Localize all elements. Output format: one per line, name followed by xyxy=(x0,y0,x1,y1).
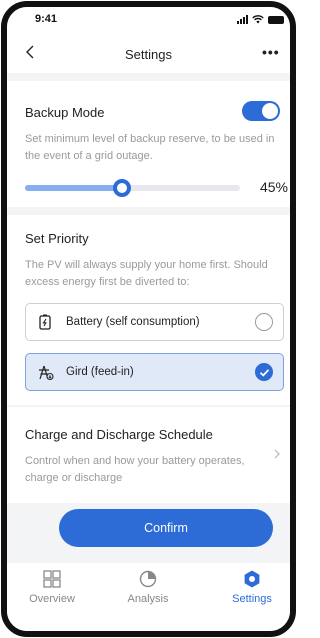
schedule-title: Charge and Discharge Schedule xyxy=(25,427,213,442)
tab-settings[interactable]: Settings xyxy=(207,569,290,609)
tab-analysis[interactable]: Analysis xyxy=(103,569,193,609)
tab-overview-label: Overview xyxy=(29,593,75,605)
status-bar: 9:41 xyxy=(7,7,290,33)
option-battery-radio[interactable] xyxy=(255,313,273,331)
backup-mode-card: Backup Mode Set minimum level of backup … xyxy=(7,81,290,207)
signal-icon xyxy=(237,15,248,24)
toggle-knob xyxy=(262,103,278,119)
schedule-card[interactable]: Charge and Discharge Schedule Control wh… xyxy=(7,407,290,503)
option-grid[interactable]: Gird (feed-in) xyxy=(25,353,284,391)
screen: 9:41 Settings ••• Backup Mode Set minimu… xyxy=(7,7,290,631)
tab-overview[interactable]: Overview xyxy=(7,569,97,609)
reserve-slider-fill xyxy=(25,185,122,191)
status-icons xyxy=(237,14,284,24)
phone-frame: 9:41 Settings ••• Backup Mode Set minimu… xyxy=(1,1,296,637)
priority-description: The PV will always supply your home firs… xyxy=(25,259,268,288)
option-grid-label: Gird (feed-in) xyxy=(66,366,134,378)
grid-squares-icon xyxy=(43,570,61,588)
status-time: 9:41 xyxy=(35,13,58,25)
option-battery[interactable]: Battery (self consumption) xyxy=(25,303,284,341)
chevron-right-icon xyxy=(274,449,280,459)
nav-bar: Settings ••• xyxy=(7,33,290,73)
backup-mode-description: Set minimum level of backup reserve, to … xyxy=(25,133,275,162)
priority-card: Set Priority The PV will always supply y… xyxy=(7,215,290,405)
gear-icon xyxy=(244,570,260,588)
option-grid-radio[interactable] xyxy=(255,363,273,381)
reserve-value: 45% xyxy=(259,179,288,195)
battery-icon xyxy=(39,314,51,330)
battery-status-icon xyxy=(268,16,284,24)
priority-title: Set Priority xyxy=(25,231,89,246)
tab-settings-label: Settings xyxy=(232,593,272,605)
schedule-description: Control when and how your battery operat… xyxy=(25,455,245,484)
confirm-button[interactable]: Confirm xyxy=(59,509,273,547)
confirm-area: Confirm xyxy=(7,503,290,561)
reserve-slider-thumb[interactable] xyxy=(112,179,131,197)
tab-analysis-label: Analysis xyxy=(127,593,169,605)
backup-mode-toggle[interactable] xyxy=(242,101,280,121)
reserve-slider[interactable] xyxy=(25,179,240,197)
tab-bar: Overview Analysis Settings xyxy=(7,563,290,631)
option-battery-label: Battery (self consumption) xyxy=(66,316,200,328)
more-options-icon[interactable]: ••• xyxy=(262,42,286,62)
page-title: Settings xyxy=(125,47,172,62)
grid-icon xyxy=(39,365,54,381)
check-icon xyxy=(259,369,270,377)
pie-chart-icon xyxy=(139,570,157,588)
wifi-icon xyxy=(252,15,264,24)
backup-mode-title: Backup Mode xyxy=(25,105,105,120)
